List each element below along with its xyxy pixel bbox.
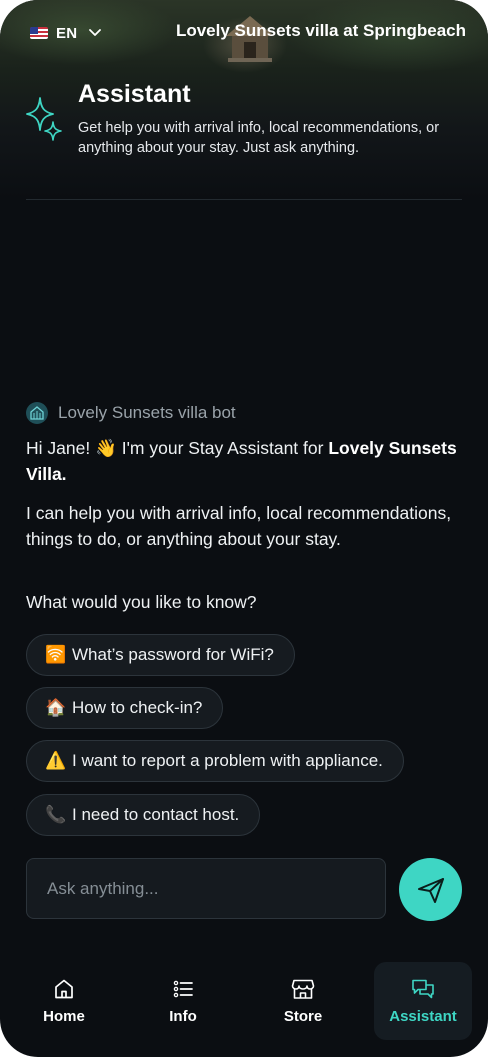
warning-icon: ⚠️ [45,751,67,770]
nav-home-label: Home [43,1007,85,1025]
bot-avatar [26,402,48,424]
bot-message-help: I can help you with arrival info, local … [26,503,452,549]
us-flag-icon [30,27,48,39]
bot-message-greeting: Hi Jane! 👋 I'm your Stay Assistant for L… [26,435,462,487]
language-selector[interactable]: EN [30,22,102,44]
bot-message-question: What would you like to know? [26,592,257,612]
assistant-header: Assistant Get help you with arrival info… [26,80,466,170]
phone-icon: 📞 [45,805,67,824]
suggestion-report-problem[interactable]: ⚠️ I want to report a problem with appli… [26,740,404,782]
nav-assistant[interactable]: Assistant [374,962,472,1040]
suggestion-wifi-password[interactable]: 🛜 What’s password for WiFi? [26,634,295,676]
header-divider [26,199,462,200]
sparkles-icon [26,97,62,141]
suggestion-label: How to check-in? [72,698,203,717]
greeting-text: Hi Jane! 👋 I'm your Stay Assistant for [26,438,329,458]
villa-logo-icon [30,406,44,420]
bottom-nav: Home Info Store Assistant [0,948,488,1057]
nav-store-label: Store [283,1007,323,1025]
bot-identity: Lovely Sunsets villa bot [26,400,236,426]
send-icon [417,877,444,903]
villa-title: Lovely Sunsets villa at Springbeach [175,21,466,40]
nav-assistant-label: Assistant [389,1007,457,1025]
app-screen: EN Lovely Sunsets villa at Springbeach A… [0,0,488,1057]
house-icon: 🏠 [45,698,67,717]
nav-info-label: Info [169,1007,197,1025]
bot-name: Lovely Sunsets villa bot [58,403,236,422]
assistant-title: Assistant [78,80,191,108]
suggestion-label: I want to report a problem with applianc… [72,751,383,770]
assistant-description: Get help you with arrival info, local re… [78,120,440,156]
chevron-down-icon [89,29,102,36]
suggestion-contact-host[interactable]: 📞 I need to contact host. [26,794,261,836]
suggestion-check-in[interactable]: 🏠 How to check-in? [26,687,224,729]
top-bar: EN Lovely Sunsets villa at Springbeach [0,18,488,46]
store-icon [291,979,315,999]
nav-store[interactable]: Store [255,962,351,1040]
nav-home[interactable]: Home [16,962,112,1040]
nav-info[interactable]: Info [135,962,231,1040]
ask-input[interactable] [26,858,386,919]
home-icon [55,979,73,998]
send-button[interactable] [399,858,462,921]
suggestion-label: What’s password for WiFi? [72,645,274,664]
chat-bubbles-icon [412,979,434,998]
list-icon [173,980,193,997]
wifi-icon: 🛜 [45,645,67,664]
suggestion-label: I need to contact host. [72,805,240,824]
language-code: EN [56,24,78,42]
